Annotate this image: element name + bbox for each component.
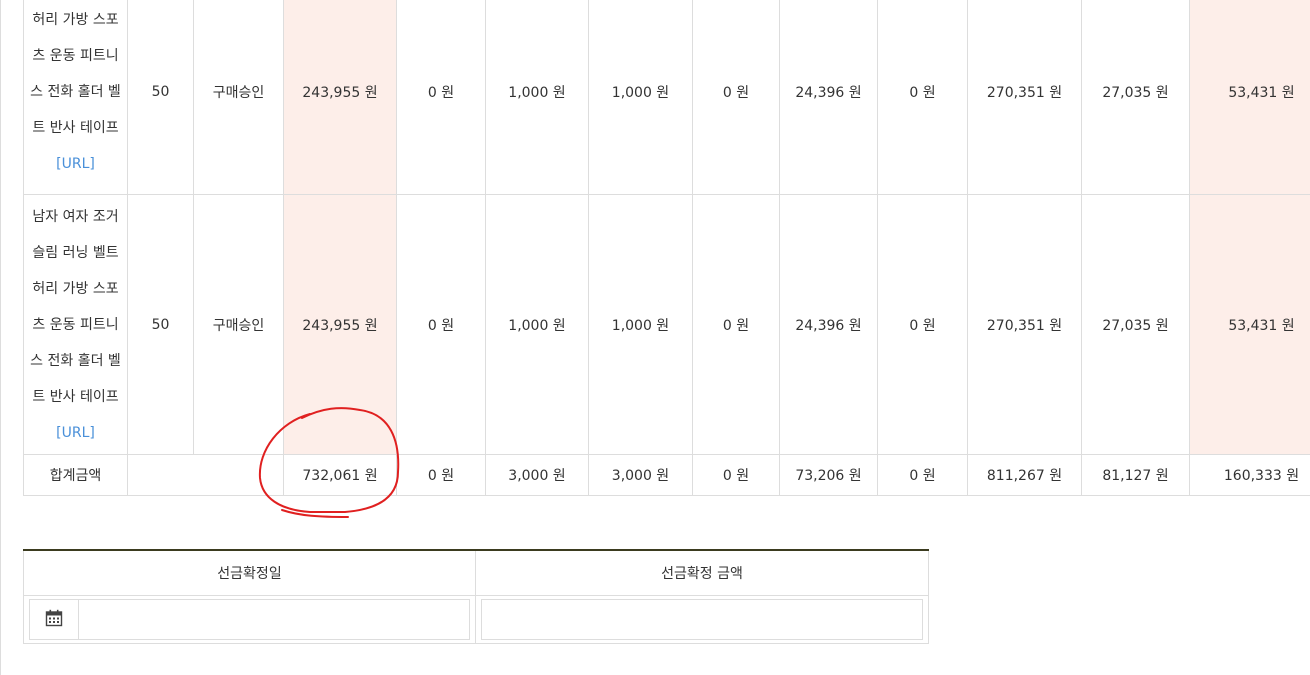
amount-cell: 53,431 원 <box>1189 0 1310 195</box>
amount-cell: 0 원 <box>877 0 968 195</box>
total-amount-cell: 160,333 원 <box>1189 454 1310 496</box>
product-name-cell: 허리 가방 스포 츠 운동 피트니 스 전화 홀더 벨 트 반사 테이프 [UR… <box>23 0 128 195</box>
product-name-line: 허리 가방 스포 <box>32 11 119 28</box>
quantity-cell: 50 <box>127 0 194 195</box>
prepay-amount-header: 선금확정 금액 <box>475 549 929 596</box>
total-amount-cell: 0 원 <box>692 454 780 496</box>
total-amount-cell: 732,061 원 <box>283 454 397 496</box>
date-picker <box>29 599 470 640</box>
amount-cell: 53,431 원 <box>1189 194 1310 455</box>
amount-cell: 270,351 원 <box>967 0 1082 195</box>
prepayment-table: 선금확정일 선금확정 금액 <box>23 549 929 644</box>
total-amount-cell: 73,206 원 <box>779 454 878 496</box>
product-name-line: 츠 운동 피트니 <box>32 47 119 64</box>
settlement-table: 허리 가방 스포 츠 운동 피트니 스 전화 홀더 벨 트 반사 테이프 [UR… <box>23 0 1310 496</box>
prepay-date-input[interactable] <box>79 600 469 639</box>
amount-cell: 0 원 <box>396 194 486 455</box>
amount-cell: 27,035 원 <box>1081 194 1190 455</box>
product-name-line: 허리 가방 스포 <box>32 280 119 297</box>
amount-cell: 0 원 <box>692 194 780 455</box>
total-label: 합계금액 <box>23 454 128 496</box>
amount-cell: 1,000 원 <box>588 0 693 195</box>
amount-cell: 0 원 <box>396 0 486 195</box>
calendar-button[interactable] <box>30 600 79 639</box>
product-url-link[interactable]: [URL] <box>28 146 124 182</box>
product-name-line: 트 반사 테이프 <box>32 119 119 136</box>
amount-cell: 1,000 원 <box>588 194 693 455</box>
product-name-cell: 남자 여자 조거 슬림 러닝 벨트 허리 가방 스포 츠 운동 피트니 스 전화… <box>23 194 128 455</box>
product-name-line: 스 전화 홀더 벨 <box>30 83 121 100</box>
amount-cell: 243,955 원 <box>283 194 397 455</box>
prepay-date-cell <box>23 595 476 644</box>
prepay-amount-input[interactable] <box>481 599 923 640</box>
total-amount-cell: 0 원 <box>396 454 486 496</box>
table-row: 남자 여자 조거 슬림 러닝 벨트 허리 가방 스포 츠 운동 피트니 스 전화… <box>23 194 1310 455</box>
amount-cell: 0 원 <box>692 0 780 195</box>
prepay-amount-cell <box>475 595 929 644</box>
amount-cell: 243,955 원 <box>283 0 397 195</box>
prepay-date-header: 선금확정일 <box>23 549 476 596</box>
table-row: 허리 가방 스포 츠 운동 피트니 스 전화 홀더 벨 트 반사 테이프 [UR… <box>23 0 1310 195</box>
amount-cell: 24,396 원 <box>779 194 878 455</box>
amount-cell: 270,351 원 <box>967 194 1082 455</box>
product-name-line: 남자 여자 조거 <box>32 208 119 225</box>
page-left-border <box>0 0 1 675</box>
total-amount-cell: 81,127 원 <box>1081 454 1190 496</box>
status-cell: 구매승인 <box>193 194 284 455</box>
product-name-line: 슬림 러닝 벨트 <box>32 244 119 261</box>
product-url-link[interactable]: [URL] <box>28 415 124 451</box>
quantity-cell: 50 <box>127 194 194 455</box>
total-row: 합계금액 732,061 원 0 원 3,000 원 3,000 원 0 원 7… <box>23 454 1310 496</box>
total-amount-cell: 3,000 원 <box>485 454 589 496</box>
product-name-line: 츠 운동 피트니 <box>32 316 119 333</box>
amount-cell: 27,035 원 <box>1081 0 1190 195</box>
total-amount-cell: 811,267 원 <box>967 454 1082 496</box>
calendar-icon <box>45 609 63 631</box>
amount-cell: 1,000 원 <box>485 0 589 195</box>
product-name-line: 트 반사 테이프 <box>32 388 119 405</box>
status-cell: 구매승인 <box>193 0 284 195</box>
total-empty-cell <box>127 454 284 496</box>
amount-cell: 24,396 원 <box>779 0 878 195</box>
amount-cell: 0 원 <box>877 194 968 455</box>
amount-cell: 1,000 원 <box>485 194 589 455</box>
total-amount-cell: 3,000 원 <box>588 454 693 496</box>
total-amount-cell: 0 원 <box>877 454 968 496</box>
product-name-line: 스 전화 홀더 벨 <box>30 352 121 369</box>
